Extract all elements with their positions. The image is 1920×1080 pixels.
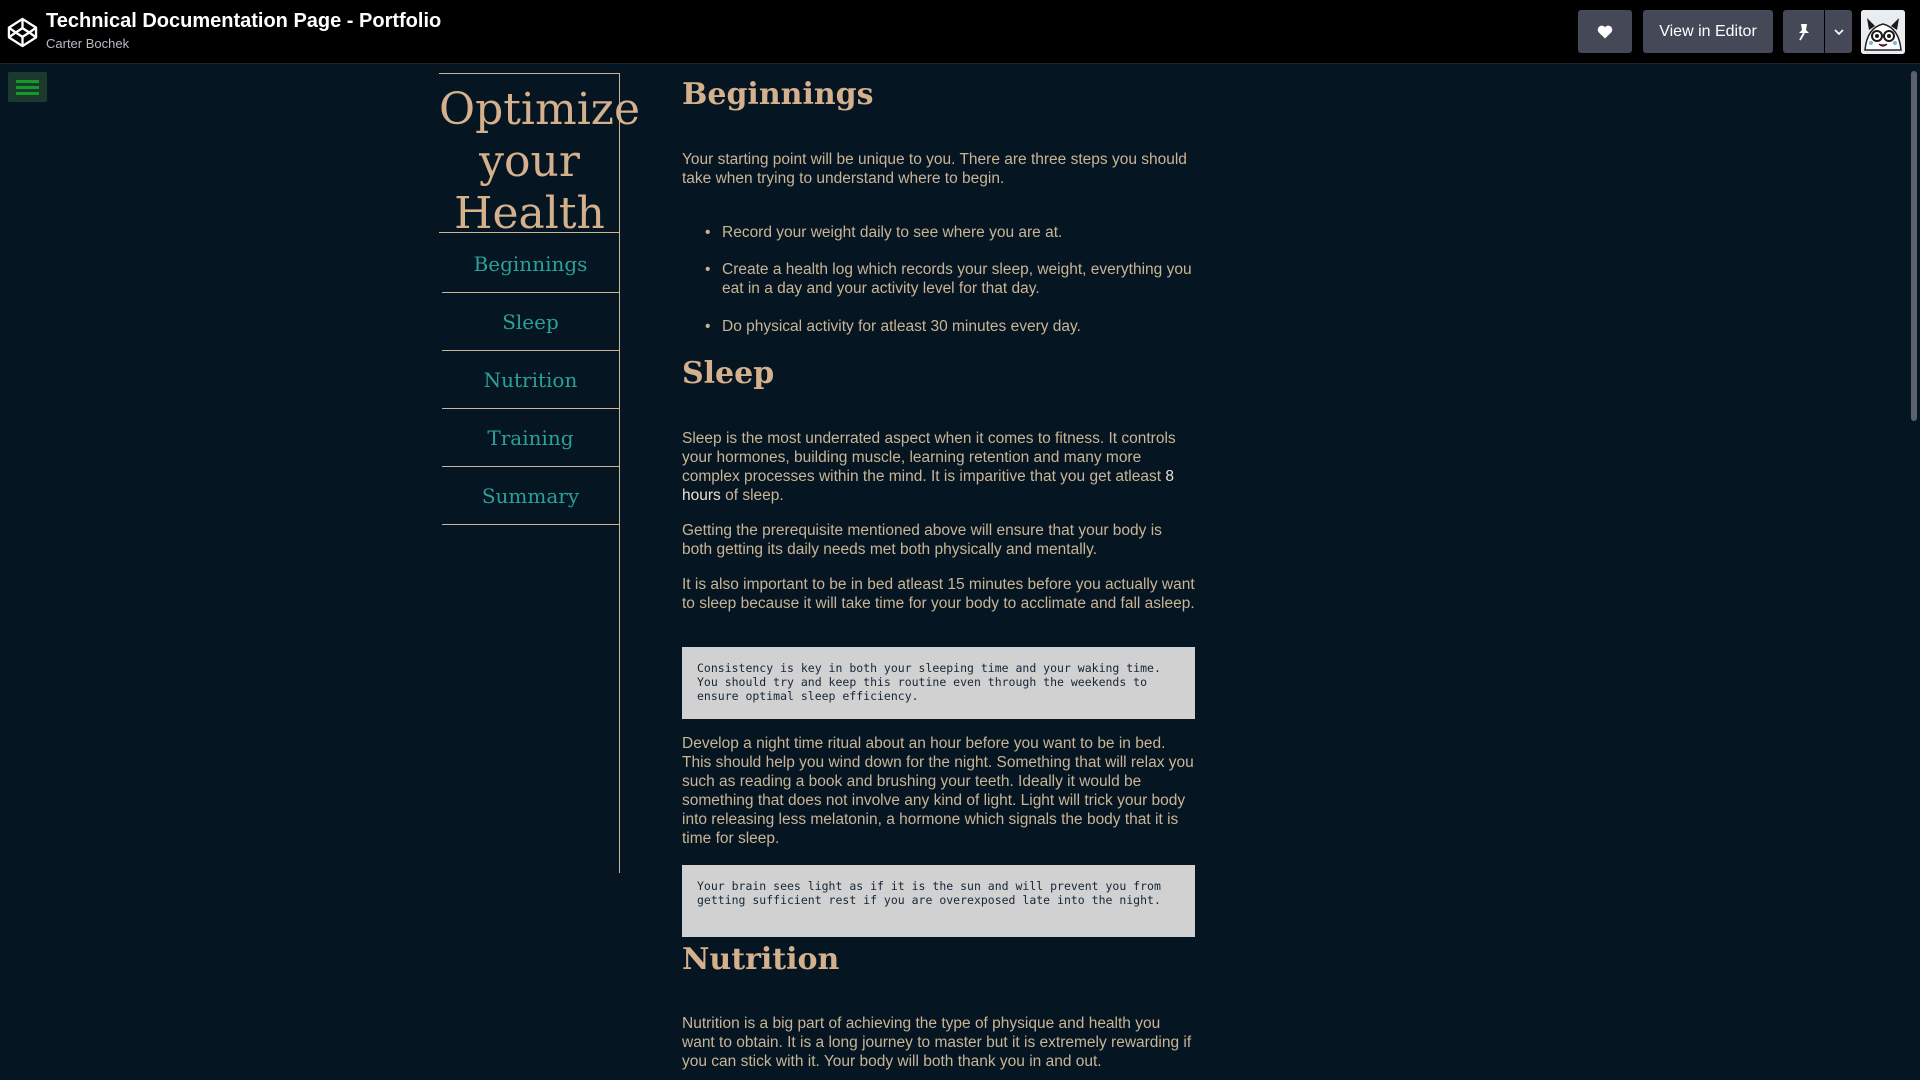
section-heading-beginnings: Beginnings: [682, 77, 874, 112]
navbar-title-line: Health: [454, 188, 605, 239]
sleep-paragraph: It is also important to be in bed atleas…: [682, 576, 1195, 612]
code-block: Consistency is key in both your sleeping…: [682, 647, 1195, 719]
heart-icon: [1597, 25, 1613, 38]
navbar-title-line: Optimize: [439, 84, 641, 135]
list-item: Do physical activity for atleast 30 minu…: [705, 317, 1195, 336]
list-item: Record your weight daily to see where yo…: [705, 223, 1195, 242]
section-heading-sleep: Sleep: [682, 356, 775, 391]
pen-title[interactable]: Technical Documentation Page - Portfolio: [46, 10, 441, 33]
beginnings-intro: Your starting point will be unique to yo…: [682, 151, 1187, 187]
heart-button[interactable]: [1578, 10, 1632, 53]
hamburger-menu-button[interactable]: [8, 72, 47, 102]
user-avatar[interactable]: [1861, 10, 1905, 54]
navbar-title: Optimize your Health: [439, 73, 641, 239]
nav-link-sleep[interactable]: Sleep: [442, 293, 619, 351]
section-heading-nutrition: Nutrition: [682, 942, 840, 977]
nav-link-nutrition[interactable]: Nutrition: [442, 351, 619, 409]
scrollbar-thumb[interactable]: [1911, 71, 1917, 421]
hamburger-line: [16, 80, 39, 83]
sleep-paragraph: Develop a night time ritual about an hou…: [682, 735, 1194, 847]
hamburger-line: [16, 92, 39, 95]
sleep-paragraph-text: of sleep.: [720, 487, 784, 504]
sleep-paragraph: Sleep is the most underrated aspect when…: [682, 429, 1195, 505]
pin-options-button[interactable]: [1825, 10, 1852, 53]
pin-button[interactable]: [1783, 10, 1824, 53]
hamburger-line: [16, 86, 39, 89]
list-item: Create a health log which records your s…: [705, 260, 1195, 298]
navbar-title-line: your: [479, 136, 580, 187]
view-in-editor-button[interactable]: View in Editor: [1643, 10, 1773, 53]
nav-link-summary[interactable]: Summary: [442, 467, 619, 525]
pin-icon: [1798, 23, 1809, 40]
pen-preview: Optimize your Health Beginnings Sleep Nu…: [0, 65, 1920, 1080]
preview-scrollbar[interactable]: [1906, 65, 1920, 1080]
chevron-down-icon: [1833, 28, 1844, 35]
pen-author[interactable]: Carter Bochek: [46, 36, 129, 51]
nutrition-paragraph: Nutrition is a big part of achieving the…: [682, 1015, 1192, 1070]
sleep-paragraph-text: Sleep is the most underrated aspect when…: [682, 430, 1176, 485]
sleep-paragraph: Getting the prerequisite mentioned above…: [682, 522, 1162, 558]
navbar: Optimize your Health Beginnings Sleep Nu…: [439, 73, 641, 873]
nav-link-training[interactable]: Training: [442, 409, 619, 467]
avatar-image: [1861, 10, 1905, 54]
codepen-header: Technical Documentation Page - Portfolio…: [0, 0, 1920, 64]
nav-link-beginnings[interactable]: Beginnings: [442, 235, 619, 293]
nav-links: Beginnings Sleep Nutrition Training Summ…: [442, 235, 619, 525]
codepen-logo-icon[interactable]: [7, 17, 38, 48]
code-block: Your brain sees light as if it is the su…: [682, 865, 1195, 937]
